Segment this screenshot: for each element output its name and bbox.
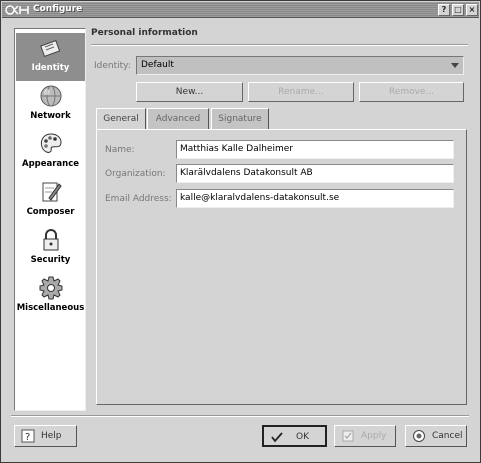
help-button[interactable]: ? Help <box>14 425 77 447</box>
remove-identity-button[interactable]: Remove... <box>359 82 464 102</box>
chevron-down-icon[interactable] <box>451 63 459 68</box>
help-icon: ? <box>21 429 35 443</box>
window-title: Configure <box>33 4 83 14</box>
cancel-icon <box>413 430 425 442</box>
app-icon <box>5 5 29 15</box>
ok-button-label: OK <box>296 432 309 442</box>
identity-select-value: Default <box>141 60 174 70</box>
cancel-button[interactable]: Cancel <box>405 425 467 447</box>
globe-icon <box>40 85 62 107</box>
pencil-paper-icon <box>42 182 62 202</box>
sidebar-item-composer[interactable]: Composer <box>16 177 85 225</box>
category-sidebar: Identity Network Appearance Composer Sec… <box>14 28 86 411</box>
configure-window: Configure ? □ × Identity Network Appeara… <box>0 0 481 463</box>
help-title-button[interactable]: ? <box>438 4 450 16</box>
svg-text:?: ? <box>25 432 30 443</box>
tab-signature[interactable]: Signature <box>211 108 269 130</box>
page-title: Personal information <box>91 28 198 38</box>
sidebar-item-label: Miscellaneous <box>16 303 85 313</box>
apply-icon <box>342 430 354 442</box>
palette-icon <box>40 133 62 153</box>
divider <box>91 44 468 46</box>
sidebar-item-security[interactable]: Security <box>16 225 85 273</box>
cancel-button-label: Cancel <box>432 431 463 441</box>
close-button[interactable]: × <box>466 4 478 16</box>
new-identity-button[interactable]: New... <box>136 82 243 102</box>
apply-button-label: Apply <box>361 431 387 441</box>
footer-divider <box>11 415 469 417</box>
maximize-button[interactable]: □ <box>452 4 464 16</box>
title-bar[interactable]: Configure ? □ × <box>2 2 479 18</box>
identity-select[interactable]: Default <box>136 56 464 75</box>
identity-label: Identity: <box>94 61 131 71</box>
tab-advanced[interactable]: Advanced <box>147 108 209 130</box>
gear-icon <box>39 276 63 300</box>
sidebar-item-label: Appearance <box>21 159 80 169</box>
sidebar-item-identity[interactable]: Identity <box>16 33 85 81</box>
name-field[interactable]: Matthias Kalle Dalheimer <box>176 140 454 159</box>
ok-button[interactable]: OK <box>262 425 327 447</box>
apply-button[interactable]: Apply <box>334 425 396 447</box>
name-label: Name: <box>105 145 135 155</box>
email-label: Email Address: <box>105 194 172 204</box>
check-icon <box>271 432 283 443</box>
email-field[interactable]: kalle@klaralvdalens-datakonsult.se <box>176 189 454 208</box>
padlock-icon <box>43 229 59 251</box>
sidebar-item-appearance[interactable]: Appearance <box>16 129 85 177</box>
organization-label: Organization: <box>105 169 166 179</box>
tab-general[interactable]: General <box>96 108 146 131</box>
sidebar-item-label: Network <box>30 111 71 121</box>
identity-card-icon <box>40 39 61 58</box>
help-button-label: Help <box>41 431 62 441</box>
organization-field[interactable]: Klarälvdalens Datakonsult AB <box>176 164 454 183</box>
sidebar-item-miscellaneous[interactable]: Miscellaneous <box>16 273 85 321</box>
sidebar-item-label: Security <box>30 255 71 265</box>
sidebar-item-network[interactable]: Network <box>16 81 85 129</box>
rename-identity-button[interactable]: Rename... <box>248 82 354 102</box>
sidebar-item-label: Identity <box>31 63 70 73</box>
sidebar-item-label: Composer <box>26 207 75 217</box>
